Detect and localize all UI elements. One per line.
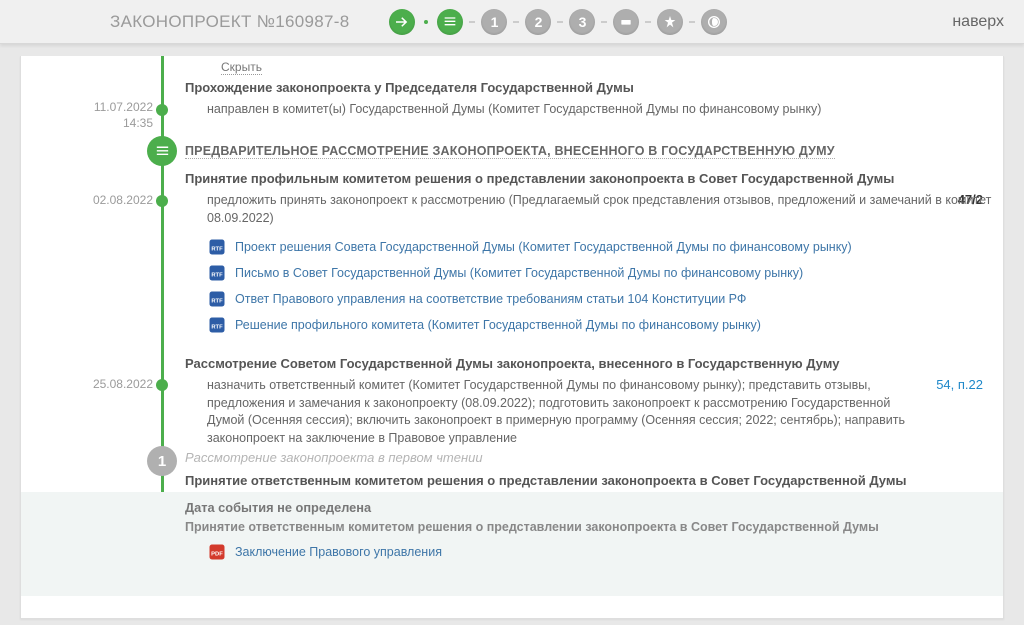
doc-row: RTF Решение профильного комитета (Комите… (207, 315, 993, 335)
event-date: 25.08.2022 (81, 377, 153, 393)
step-submitted-icon[interactable] (389, 9, 415, 35)
event-text: назначить ответственный комитет (Комитет… (185, 377, 927, 447)
timeline-dot (156, 104, 168, 116)
doc-link[interactable]: Решение профильного комитета (Комитет Го… (235, 318, 761, 332)
doc-link[interactable]: Ответ Правового управления на соответств… (235, 292, 746, 306)
svg-text:RTF: RTF (211, 324, 223, 330)
event-date: 11.07.2022 14:35 (81, 100, 153, 131)
scroll-top-link[interactable]: наверх (952, 13, 1004, 31)
rtf-file-icon: RTF (207, 237, 227, 257)
svg-text:RTF: RTF (211, 298, 223, 304)
stage-title[interactable]: ПРЕДВАРИТЕЛЬНОЕ РАССМОТРЕНИЕ ЗАКОНОПРОЕК… (185, 144, 835, 159)
top-bar: ЗАКОНОПРОЕКТ №160987-8 1 2 3 (0, 0, 1024, 44)
step-reading-1[interactable]: 1 (481, 9, 507, 35)
step-preliminary-icon[interactable] (437, 9, 463, 35)
event-text: направлен в комитет(ы) Государственной Д… (185, 101, 993, 119)
timeline-event: Рассмотрение Советом Государственной Дум… (185, 356, 993, 447)
svg-text:RTF: RTF (211, 246, 223, 252)
doc-row: PDF Заключение Правового управления (207, 542, 1003, 562)
pending-event-block: Дата события не определена Принятие отве… (21, 492, 1004, 596)
event-date: 02.08.2022 (81, 193, 153, 209)
timeline-event: Прохождение законопроекта у Председателя… (185, 80, 993, 119)
pending-title: Дата события не определена (185, 500, 1003, 515)
stage-badge-preliminary (147, 136, 177, 166)
timeline-event: Принятие профильным комитетом решения о … (185, 171, 993, 341)
doc-row: RTF Ответ Правового управления на соотве… (207, 289, 993, 309)
event-title: Рассмотрение Советом Государственной Дум… (185, 356, 993, 371)
progress-stepper: 1 2 3 (389, 9, 727, 35)
doc-link[interactable]: Проект решения Совета Государственной Ду… (235, 240, 852, 254)
list-icon (154, 143, 171, 160)
svg-text:RTF: RTF (211, 272, 223, 278)
step-reading-3[interactable]: 3 (569, 9, 595, 35)
timeline-dot (156, 379, 168, 391)
svg-text:PDF: PDF (211, 551, 223, 557)
doc-row: RTF Проект решения Совета Государственно… (207, 237, 993, 257)
stage-muted-title: Рассмотрение законопроекта в первом чтен… (185, 450, 483, 465)
rtf-file-icon: RTF (207, 263, 227, 283)
event-title: Принятие ответственным комитетом решения… (185, 473, 993, 488)
doc-row: RTF Письмо в Совет Государственной Думы … (207, 263, 993, 283)
stage-row: ПРЕДВАРИТЕЛЬНОЕ РАССМОТРЕНИЕ ЗАКОНОПРОЕК… (185, 143, 993, 159)
stage-badge-reading-1: 1 (147, 446, 177, 476)
event-text: предложить принять законопроект к рассмо… (185, 192, 993, 227)
document-list: RTF Проект решения Совета Государственно… (185, 237, 993, 335)
pdf-file-icon: PDF (207, 542, 227, 562)
event-title: Принятие профильным комитетом решения о … (185, 171, 993, 186)
timeline-dot (156, 195, 168, 207)
event-title: Прохождение законопроекта у Председателя… (185, 80, 993, 95)
timeline: 11.07.2022 14:35 Прохождение законопроек… (161, 58, 1003, 618)
step-president-icon[interactable] (657, 9, 683, 35)
pending-subtitle: Принятие ответственным комитетом решения… (185, 520, 1003, 534)
step-published-icon[interactable] (701, 9, 727, 35)
rtf-file-icon: RTF (207, 315, 227, 335)
step-reading-2[interactable]: 2 (525, 9, 551, 35)
step-council-icon[interactable] (613, 9, 639, 35)
content-board: Скрыть 11.07.2022 14:35 Прохождение зако… (20, 56, 1004, 619)
rtf-file-icon: RTF (207, 289, 227, 309)
doc-link[interactable]: Заключение Правового управления (235, 545, 442, 559)
stage-row: Рассмотрение законопроекта в первом чтен… (185, 450, 993, 494)
doc-link[interactable]: Письмо в Совет Государственной Думы (Ком… (235, 266, 803, 280)
bill-number: ЗАКОНОПРОЕКТ №160987-8 (110, 12, 349, 32)
